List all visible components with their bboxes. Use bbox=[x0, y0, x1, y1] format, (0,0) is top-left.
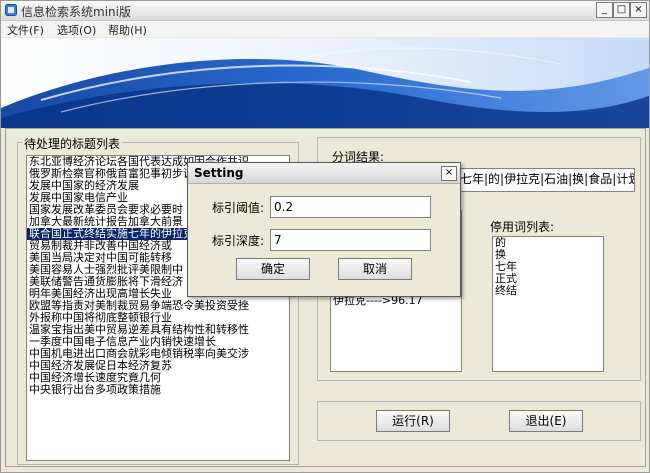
app-icon bbox=[5, 4, 17, 16]
dialog-title: Setting bbox=[194, 166, 244, 180]
maximize-button[interactable]: □ bbox=[613, 2, 630, 18]
threshold-label: 标引阈值: bbox=[212, 201, 265, 215]
cancel-button[interactable]: 取消 bbox=[338, 258, 412, 280]
minimize-button[interactable]: _ bbox=[596, 2, 613, 18]
dialog-close-button[interactable]: × bbox=[441, 166, 457, 181]
stopwords-listbox[interactable]: 的换七年 正式 终结 bbox=[492, 236, 604, 372]
setting-dialog: Setting × 标引阈值: 0.2 标引深度: 7 确定 取消 bbox=[187, 162, 461, 297]
depth-label: 标引深度: bbox=[212, 234, 265, 248]
title-bar[interactable]: 信息检索系统mini版 _ □ × bbox=[1, 1, 649, 21]
stopword-item[interactable]: 的 bbox=[493, 237, 603, 249]
main-window: 信息检索系统mini版 _ □ × 文件(F) 选项(O) 帮助(H) 待处理的… bbox=[0, 0, 650, 473]
title-list-item[interactable]: 中央银行出台多项政策措施 bbox=[27, 384, 289, 396]
dialog-title-bar[interactable]: Setting × bbox=[188, 163, 460, 184]
depth-input[interactable]: 7 bbox=[270, 229, 431, 251]
menu-help[interactable]: 帮助(H) bbox=[108, 22, 147, 38]
menu-options[interactable]: 选项(O) bbox=[57, 22, 96, 38]
stopword-item[interactable]: 终结 bbox=[493, 285, 603, 297]
stopwords-label: 停用词列表: bbox=[490, 220, 555, 234]
banner-image bbox=[1, 38, 649, 128]
banner-wave-graphic bbox=[1, 38, 649, 128]
threshold-input[interactable]: 0.2 bbox=[270, 196, 431, 218]
action-button-group: 运行(R) 退出(E) bbox=[317, 401, 641, 441]
run-button[interactable]: 运行(R) bbox=[376, 410, 450, 432]
window-title: 信息检索系统mini版 bbox=[21, 5, 131, 19]
menu-file[interactable]: 文件(F) bbox=[7, 22, 44, 38]
ok-button[interactable]: 确定 bbox=[236, 258, 310, 280]
exit-button[interactable]: 退出(E) bbox=[509, 410, 583, 432]
menu-bar: 文件(F) 选项(O) 帮助(H) bbox=[1, 21, 649, 37]
title-list-group-label: 待处理的标题列表 bbox=[22, 135, 123, 152]
close-button[interactable]: × bbox=[630, 2, 647, 18]
